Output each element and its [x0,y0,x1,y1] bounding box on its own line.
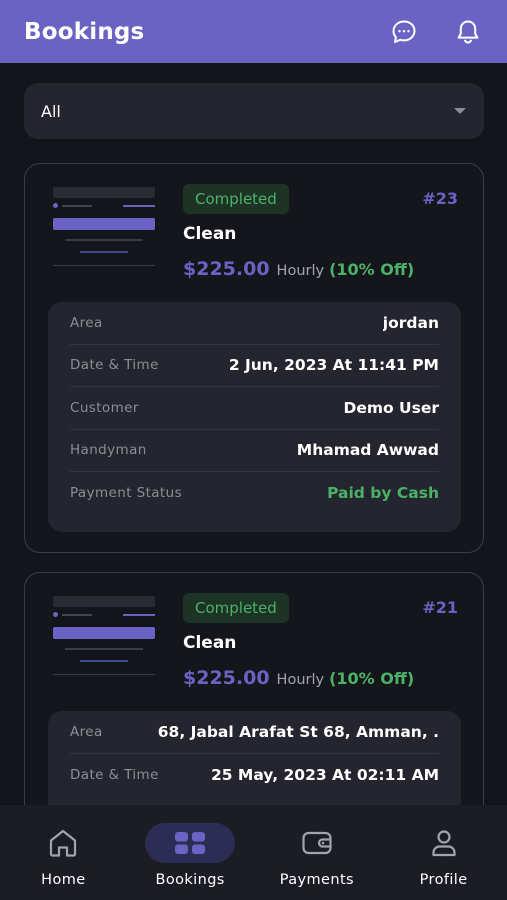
chat-bubble-icon[interactable] [389,17,419,47]
detail-row-date-time: Date & Time 2 Jun, 2023 At 11:41 PM [70,345,439,387]
status-badge: Completed [183,593,289,623]
detail-label: Area [70,723,103,740]
price-type: Hourly [276,672,325,688]
discount: (10% Off) [329,260,415,279]
detail-value: Demo User [343,398,439,417]
detail-row-date-time: Date & Time 25 May, 2023 At 02:11 AM [70,754,439,797]
booking-card[interactable]: Completed #23 Clean $225.00 Hourly (10% … [24,163,484,553]
header-actions [389,17,483,47]
detail-row-payment-status: Payment Status Paid by Cash [70,472,439,515]
detail-row-area: Area jordan [70,302,439,345]
wallet-icon [272,823,362,863]
detail-value: Paid by Cash [327,484,439,503]
service-name: Clean [183,224,237,244]
app-header: Bookings [0,0,507,63]
price: $225.00 [183,258,270,280]
detail-label: Area [70,314,103,331]
booking-id: #21 [422,598,458,617]
nav-label: Bookings [155,872,225,888]
bell-icon[interactable] [453,17,483,47]
detail-row-handyman: Handyman Mhamad Awwad [70,430,439,472]
detail-label: Date & Time [70,766,159,783]
detail-label: Date & Time [70,357,159,374]
home-icon [18,823,108,863]
bottom-navigation: Home Bookings Payments Profile [0,805,507,900]
status-badge: Completed [183,184,289,214]
service-thumbnail [53,184,158,279]
service-thumbnail [53,593,158,688]
nav-item-home[interactable]: Home [8,823,118,888]
nav-label: Profile [419,872,468,888]
detail-value: 25 May, 2023 At 02:11 AM [210,765,439,784]
page-title: Bookings [24,18,145,45]
detail-row-area: Area 68, Jabal Arafat St 68, Amman, . [70,711,439,754]
detail-value: Mhamad Awwad [296,441,439,460]
chevron-down-icon [454,108,466,114]
nav-label: Payments [279,872,354,888]
bookings-icon [145,823,236,863]
detail-row-customer: Customer Demo User [70,387,439,430]
nav-item-payments[interactable]: Payments [262,823,372,888]
price-row: $225.00 Hourly (10% Off) [183,667,414,689]
booking-details: Area jordan Date & Time 2 Jun, 2023 At 1… [48,302,461,532]
price-row: $225.00 Hourly (10% Off) [183,258,414,280]
profile-icon [399,823,489,863]
detail-value: 68, Jabal Arafat St 68, Amman, . [157,722,439,741]
filter-selected-value: All [41,101,61,121]
nav-item-bookings[interactable]: Bookings [135,823,245,888]
detail-label: Customer [70,399,139,416]
booking-card[interactable]: Completed #21 Clean $225.00 Hourly (10% … [24,572,484,805]
discount: (10% Off) [329,669,415,688]
detail-label: Handyman [70,442,147,459]
booking-list[interactable]: Completed #23 Clean $225.00 Hourly (10% … [0,140,507,805]
price: $225.00 [183,667,270,689]
detail-label: Payment Status [70,485,183,502]
service-name: Clean [183,633,237,653]
detail-value: 2 Jun, 2023 At 11:41 PM [228,356,439,375]
price-type: Hourly [276,263,325,279]
booking-id: #23 [422,189,458,208]
nav-label: Home [41,872,86,888]
status-filter-dropdown[interactable]: All [24,83,484,139]
detail-value: jordan [382,313,439,332]
nav-item-profile[interactable]: Profile [389,823,499,888]
booking-details: Area 68, Jabal Arafat St 68, Amman, . Da… [48,711,461,805]
